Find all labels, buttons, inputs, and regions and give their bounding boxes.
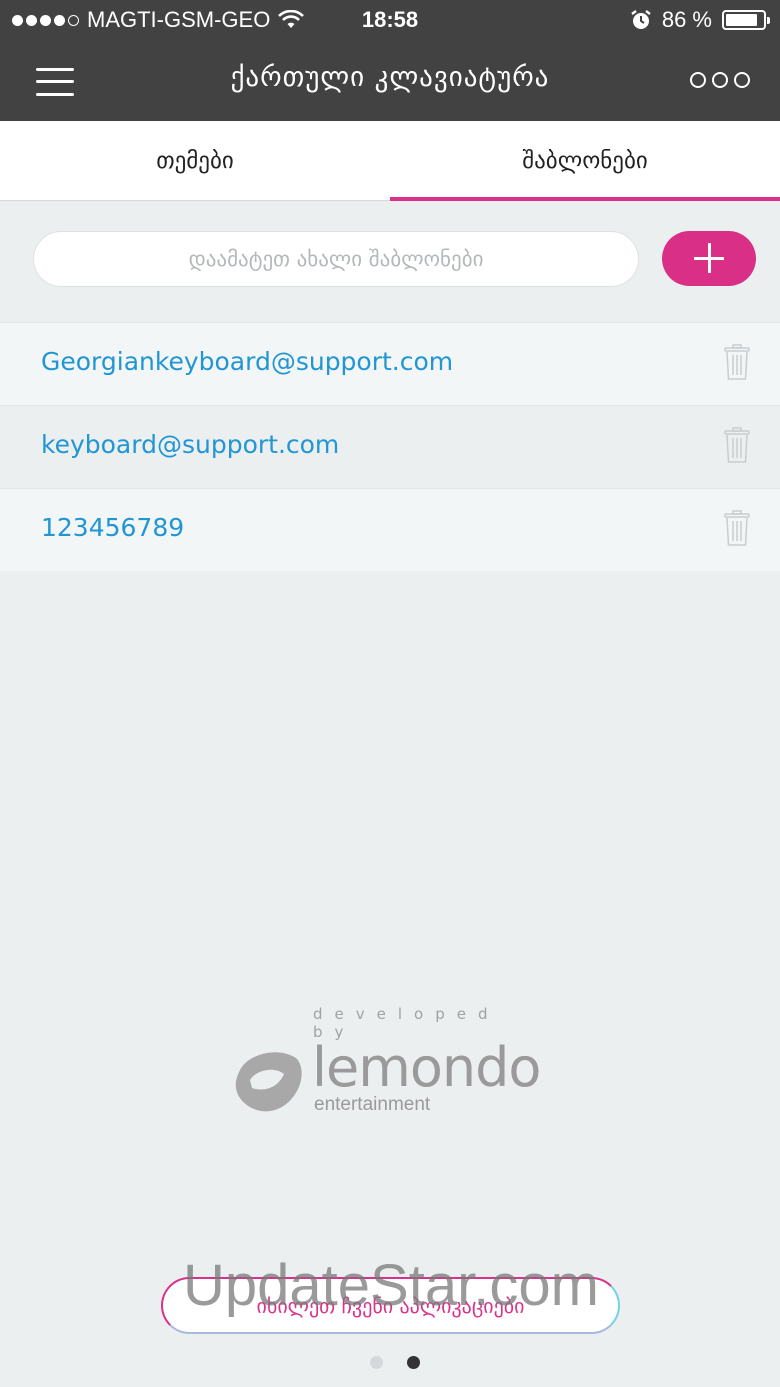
- tab-themes[interactable]: თემები: [0, 121, 390, 201]
- new-template-input[interactable]: [33, 231, 639, 287]
- list-item[interactable]: 123456789: [0, 488, 780, 571]
- tab-bar: თემები შაბლონები: [0, 121, 780, 201]
- trash-icon[interactable]: [724, 344, 750, 380]
- add-template-button[interactable]: [662, 231, 756, 286]
- brand-subtitle: entertainment: [314, 1094, 431, 1115]
- battery-icon: [722, 10, 770, 30]
- hamburger-menu-icon[interactable]: [36, 66, 76, 98]
- page-title: ქართული კლავიატურა: [230, 62, 550, 93]
- template-text: keyboard@support.com: [41, 430, 340, 459]
- page-dot-active[interactable]: [407, 1356, 420, 1369]
- template-text: 123456789: [41, 513, 185, 542]
- see-our-apps-button[interactable]: იხილეთ ჩვენი აპლიკაციები: [161, 1277, 620, 1334]
- alarm-icon: [631, 10, 651, 29]
- status-right: 86 %: [630, 7, 770, 33]
- template-text: Georgiankeyboard@support.com: [41, 347, 454, 376]
- template-list: Georgiankeyboard@support.com keyboard@su…: [0, 322, 780, 571]
- brand-name: lemondo: [312, 1036, 541, 1099]
- trash-icon[interactable]: [724, 427, 750, 463]
- active-tab-indicator: [390, 197, 780, 201]
- list-item[interactable]: keyboard@support.com: [0, 405, 780, 488]
- battery-percent: 86 %: [661, 7, 712, 32]
- more-options-icon[interactable]: [690, 72, 750, 88]
- lemondo-logo-icon: [235, 1052, 302, 1112]
- status-bar: MAGTI-GSM-GEO 18:58 86 %: [0, 0, 780, 40]
- battery-level: [726, 14, 757, 26]
- app-header: ქართული კლავიატურა: [0, 40, 780, 121]
- page-dot[interactable]: [370, 1356, 383, 1369]
- tab-templates[interactable]: შაბლონები: [390, 121, 780, 201]
- list-item[interactable]: Georgiankeyboard@support.com: [0, 322, 780, 405]
- page-indicator: [370, 1356, 420, 1369]
- trash-icon[interactable]: [724, 510, 750, 546]
